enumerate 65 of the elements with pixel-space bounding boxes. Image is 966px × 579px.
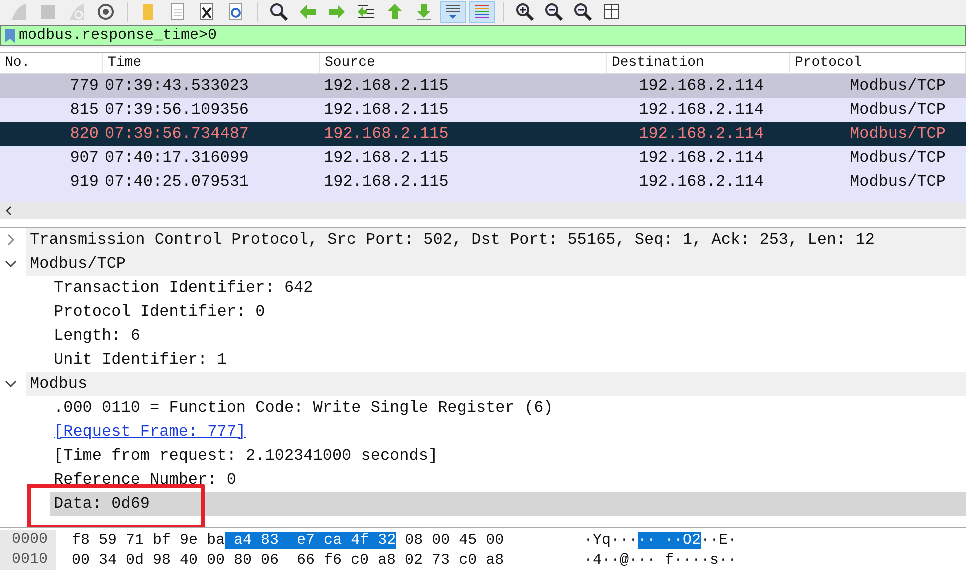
packet-row[interactable]: 907 07:40:17.316099 192.168.2.115 192.168.2.114 Modbus/TCP — [0, 146, 966, 170]
table-cell-text: 07:40:25.079531 — [104, 173, 250, 191]
chevron-down-icon[interactable] — [5, 258, 17, 270]
table-cell-text: 07:39:56.109356 — [104, 101, 250, 119]
table-cell-text: 192.168.2.114 — [638, 173, 765, 191]
packet-row[interactable]: 779 07:39:43.533023 192.168.2.115 192.168.2.114 Modbus/TCP — [0, 74, 966, 98]
table-cell-text: 07:39:56.734487 — [104, 125, 250, 143]
column-header[interactable]: Protocol — [790, 53, 966, 73]
display-filter-field[interactable]: modbus.response_time>0 — [0, 25, 966, 46]
hex-bytes[interactable]: 00 34 0d 98 40 00 80 06 66 f6 c0 a8 02 73 c0 a8 — [72, 552, 504, 568]
horizontal-scrollbar[interactable] — [0, 202, 966, 219]
bookmark-icon[interactable] — [5, 28, 15, 42]
table-cell-text: Modbus/TCP — [848, 173, 947, 191]
table-cell-text: 07:40:17.316099 — [104, 149, 250, 167]
tree-item[interactable]: .000 0110 = Function Code: Write Single Register (6) — [50, 399, 554, 417]
chevron-right-icon[interactable] — [5, 234, 17, 246]
table-cell-text: Modbus/TCP — [848, 149, 947, 167]
tree-item[interactable]: Transmission Control Protocol, Src Port: 502, Dst Port: 55165, Seq: 1, Ack: 253, Len: 12 — [26, 228, 966, 252]
tree-item[interactable]: Length: 6 — [50, 327, 140, 345]
table-cell-text: 192.168.2.115 — [323, 173, 450, 191]
hex-bytes[interactable]: 08 00 45 00 — [396, 532, 504, 548]
ascii-text[interactable]: ·4··@··· f····s·· — [584, 552, 738, 568]
ascii-text[interactable]: ·· ··O2 — [638, 532, 702, 548]
hex-offset: 0000 — [0, 530, 56, 550]
chevron-down-icon[interactable] — [5, 378, 17, 390]
table-cell-text: 815 — [69, 101, 100, 119]
tree-item[interactable]: Unit Identifier: 1 — [50, 351, 227, 369]
table-cell-text: 192.168.2.114 — [638, 77, 765, 95]
hex-bytes[interactable]: a4 83 e7 ca 4f 32 — [225, 532, 396, 548]
tree-item[interactable]: Modbus/TCP — [26, 252, 966, 276]
table-cell-text: Modbus/TCP — [848, 77, 947, 95]
filter-text: modbus.response_time>0 — [19, 27, 218, 44]
tree-item[interactable]: Reference Number: 0 — [50, 471, 236, 489]
table-cell-text: 07:39:43.533023 — [104, 77, 250, 95]
tree-item[interactable]: [Time from request: 2.102341000 seconds] — [50, 447, 438, 465]
tree-item[interactable]: Data: 0d69 — [50, 495, 150, 513]
ascii-text[interactable]: ··E· — [701, 532, 738, 548]
request-frame-link[interactable]: [Request Frame: 777] — [50, 423, 246, 441]
table-cell-text: 820 — [69, 125, 100, 143]
table-cell-text: Modbus/TCP — [848, 101, 947, 119]
tree-item[interactable]: Transaction Identifier: 642 — [50, 279, 314, 297]
table-cell-text: 907 — [69, 149, 100, 167]
table-cell-text: 192.168.2.114 — [638, 101, 765, 119]
tree-item[interactable]: Protocol Identifier: 0 — [50, 303, 266, 321]
scroll-left-icon[interactable] — [5, 206, 13, 216]
table-cell-text: 192.168.2.115 — [323, 77, 450, 95]
hex-bytes[interactable]: f8 59 71 bf 9e ba — [72, 532, 226, 548]
table-cell-text: 192.168.2.115 — [323, 125, 450, 143]
column-header[interactable]: Source — [320, 53, 607, 73]
column-header[interactable]: Destination — [607, 53, 790, 73]
packet-row[interactable]: 815 07:39:56.109356 192.168.2.115 192.168.2.114 Modbus/TCP — [0, 98, 966, 122]
ascii-text[interactable]: ·Yq··· — [584, 532, 638, 548]
packet-row[interactable]: 919 07:40:25.079531 192.168.2.115 192.168.2.114 Modbus/TCP — [0, 170, 966, 194]
table-cell-text: Modbus/TCP — [848, 125, 947, 143]
packet-row[interactable]: 820 07:39:56.734487 192.168.2.115 192.168.2.114 Modbus/TCP — [0, 122, 966, 146]
table-cell-text: 192.168.2.114 — [638, 125, 765, 143]
table-cell-text: 919 — [69, 173, 100, 191]
table-cell-text: 192.168.2.114 — [638, 149, 765, 167]
table-cell-text: 192.168.2.115 — [323, 149, 450, 167]
table-cell-text: 192.168.2.115 — [323, 101, 450, 119]
table-cell-text: 779 — [69, 77, 100, 95]
column-header[interactable]: No. — [0, 53, 103, 73]
tree-item[interactable]: Modbus — [26, 372, 966, 396]
column-header[interactable]: Time — [103, 53, 320, 73]
hex-offset: 0010 — [0, 550, 56, 570]
